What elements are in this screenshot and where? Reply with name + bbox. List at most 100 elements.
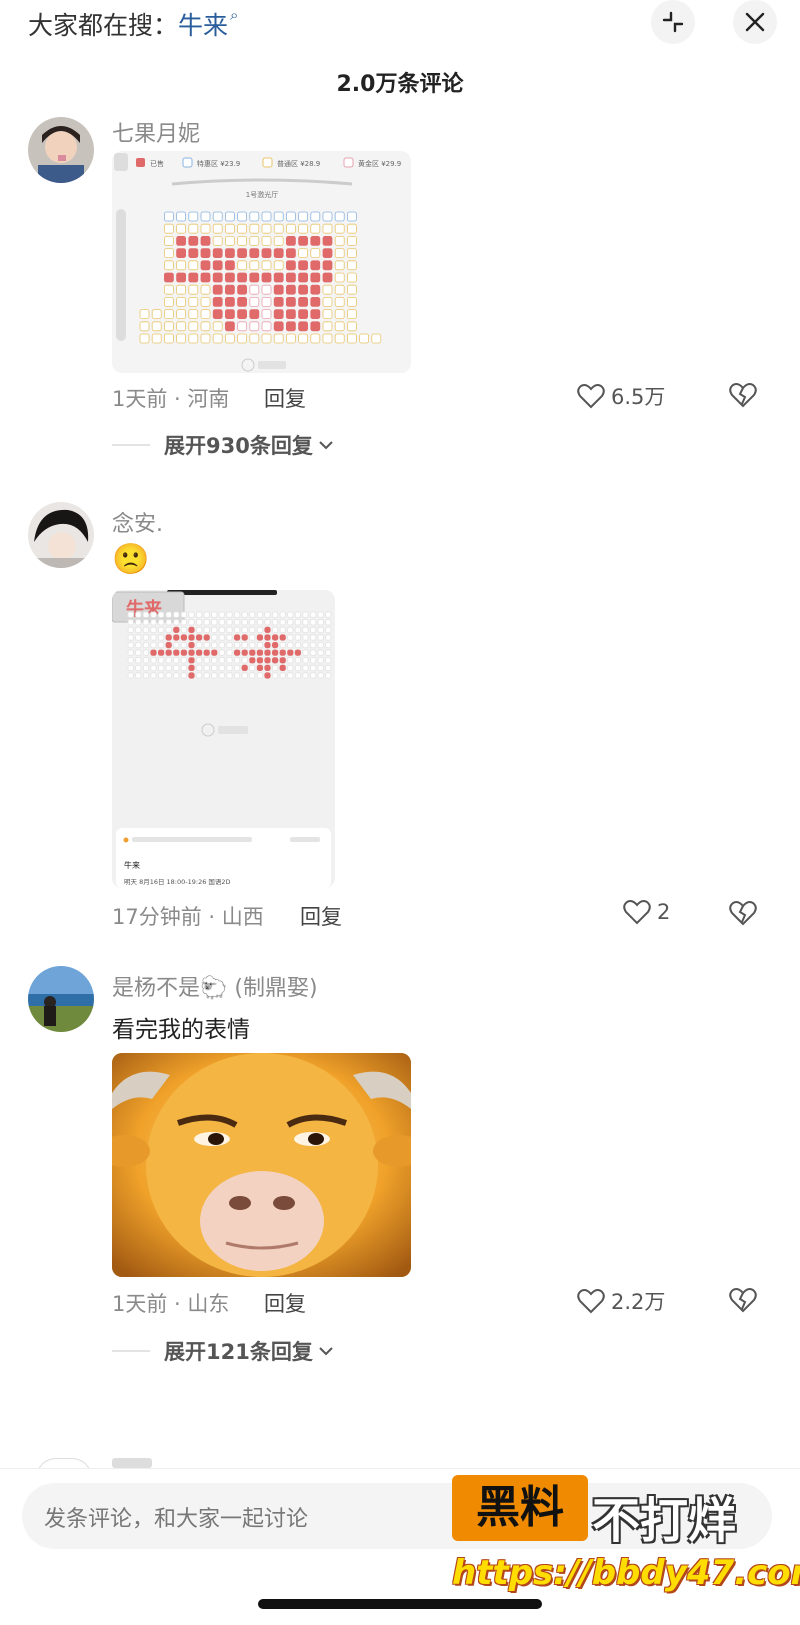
seat <box>180 642 187 649</box>
expand-replies-button[interactable]: 展开121条回复 <box>112 1336 335 1366</box>
seat <box>173 619 180 626</box>
seat <box>285 296 296 307</box>
reply-button[interactable]: 回复 <box>264 1288 306 1318</box>
like-button[interactable]: 2 <box>623 899 670 925</box>
username[interactable]: 是杨不是🐑 (制鼎娶) <box>112 970 318 1002</box>
seat <box>180 672 187 679</box>
seat <box>139 333 150 344</box>
avatar[interactable] <box>28 502 94 568</box>
dislike-button[interactable] <box>729 1287 757 1317</box>
seat <box>298 284 309 295</box>
seat <box>127 657 134 664</box>
seat <box>249 672 256 679</box>
hall-name: 1号激光厅 <box>246 190 278 199</box>
seat <box>150 626 157 634</box>
seat <box>273 272 284 283</box>
ticket-session: 明天 8月16日 18:00-19:26 国语2D <box>124 877 231 886</box>
seat <box>180 634 187 641</box>
seat <box>271 626 279 634</box>
seat <box>237 223 247 234</box>
seat <box>176 272 186 283</box>
seat <box>273 321 284 332</box>
close-button[interactable] <box>733 0 777 44</box>
seat <box>298 333 309 344</box>
seat <box>237 284 247 295</box>
seat <box>196 642 203 649</box>
seat <box>334 236 345 246</box>
collapse-button[interactable] <box>651 0 695 44</box>
seat <box>310 284 321 295</box>
seat <box>158 611 165 618</box>
seat-map-image[interactable]: 已售 特惠区 ¥23.9 普通区 ¥28.9 黄金区 ¥29.9 1号激光厅 <box>112 151 411 373</box>
seat <box>249 657 256 664</box>
seat <box>334 260 345 271</box>
seat <box>302 634 309 641</box>
seat <box>237 248 247 258</box>
seat <box>310 272 321 283</box>
dislike-button[interactable] <box>729 900 757 930</box>
seat <box>334 321 345 332</box>
seat <box>226 649 233 656</box>
username[interactable]: 念安. <box>112 506 163 538</box>
reply-button[interactable]: 回复 <box>300 901 342 931</box>
like-button[interactable]: 2.2万 <box>577 1286 665 1316</box>
seat <box>285 211 296 222</box>
ox-meme-image[interactable] <box>112 1053 411 1277</box>
comment-count-title: 2.0万条评论 <box>336 72 464 97</box>
seat <box>203 626 210 634</box>
seat <box>309 649 317 656</box>
chevron-down-icon <box>319 441 333 450</box>
seat <box>287 634 294 641</box>
seat <box>256 657 263 664</box>
seat <box>279 657 286 664</box>
seat <box>241 626 248 634</box>
reply-button[interactable]: 回复 <box>264 383 306 413</box>
seat <box>310 309 321 320</box>
expand-replies-button[interactable]: 展开930条回复 <box>112 430 335 460</box>
seat <box>273 223 284 234</box>
seat <box>317 672 324 679</box>
seat <box>287 649 294 656</box>
seat <box>218 664 225 671</box>
seat <box>294 642 301 649</box>
seat <box>310 260 321 271</box>
seat <box>241 611 248 618</box>
seat <box>188 619 195 626</box>
seat <box>127 634 134 641</box>
seat <box>298 309 309 320</box>
seat <box>237 272 247 283</box>
ticket-screenshot[interactable]: 牛来 牛来 明天 8月16日 18:00-19:26 国语2D <box>112 590 335 888</box>
avatar[interactable] <box>28 117 94 183</box>
dislike-button[interactable] <box>729 382 757 412</box>
seat <box>225 309 235 320</box>
seat <box>261 260 272 271</box>
seat <box>212 272 223 283</box>
comment-text: 看完我的表情 <box>112 1017 250 1043</box>
seat <box>317 649 324 656</box>
seat <box>151 309 162 320</box>
seat <box>211 619 218 626</box>
seat <box>158 664 165 671</box>
seat <box>309 626 317 634</box>
username[interactable]: 七果月妮 <box>112 116 200 148</box>
avatar[interactable] <box>28 966 94 1032</box>
watermark: 黑料 不打烊 https://bbdy47.com <box>452 1475 800 1615</box>
seat <box>237 309 247 320</box>
seat <box>346 223 357 234</box>
seat <box>249 626 256 634</box>
seat <box>334 296 345 307</box>
search-keyword[interactable]: 牛来 <box>178 11 228 40</box>
seat <box>256 634 263 641</box>
seat <box>287 657 294 664</box>
seat <box>188 626 195 634</box>
seat <box>176 296 186 307</box>
seat <box>127 672 134 679</box>
seat <box>212 223 223 234</box>
seat <box>135 619 142 626</box>
seat <box>142 672 150 679</box>
seat <box>188 284 199 295</box>
search-suggestion[interactable]: 大家都在搜：牛来 ⌕ <box>28 6 238 42</box>
seat <box>256 619 263 626</box>
like-button[interactable]: 6.5万 <box>577 381 665 411</box>
seat <box>226 611 233 618</box>
